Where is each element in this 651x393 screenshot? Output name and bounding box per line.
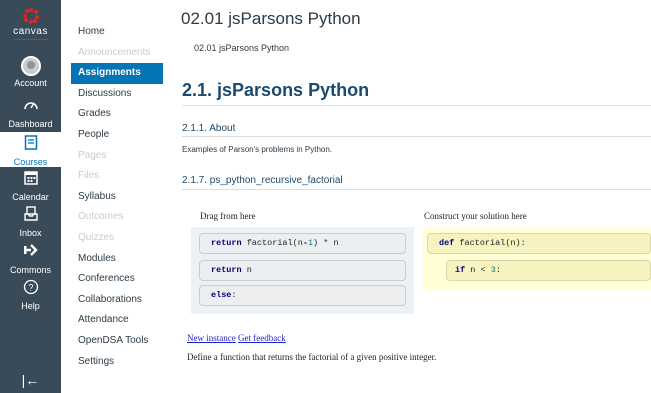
canvas-logo-text: canvas [0,26,61,40]
course-nav-home[interactable]: Home [71,22,163,43]
avatar [20,56,41,76]
code-text: factorial(n): [454,238,526,248]
code-block[interactable]: return n [199,260,406,281]
course-nav-discussions[interactable]: Discussions [71,84,163,105]
code-keyword: else [211,290,232,300]
drag-label: Drag from here [200,211,256,221]
svg-text:?: ? [28,283,33,293]
collapse-nav-button[interactable]: |← [0,372,61,388]
divider [182,105,651,106]
exercise-description: Define a function that returns the facto… [187,352,437,362]
nav-calendar-label: Calendar [12,192,49,202]
nav-courses[interactable]: Courses [0,132,61,167]
exercise-heading: 2.1.7. ps_python_recursive_factorial [182,175,343,186]
courses-icon [0,135,61,155]
divider [182,189,651,190]
calendar-icon [0,170,61,190]
help-icon: ? [0,279,61,299]
nav-calendar[interactable]: Calendar [0,170,61,202]
inbox-icon [0,206,61,226]
code-block[interactable]: else: [199,285,406,306]
course-nav-outcomes[interactable]: Outcomes [71,207,163,228]
about-text: Examples of Parson's problems in Python. [182,145,333,154]
course-nav-people[interactable]: People [71,125,163,146]
code-keyword: return [211,238,242,248]
code-text: n [241,265,252,275]
module-subtitle: 02.01 jsParsons Python [194,43,290,53]
code-text: : [231,290,237,300]
course-nav-opendsa-tools[interactable]: OpenDSA Tools [71,331,163,352]
commons-icon [0,243,61,263]
course-nav-grades[interactable]: Grades [71,104,163,125]
main-content: 02.01 jsParsons Python 02.01 jsParsons P… [173,0,651,393]
course-nav-modules[interactable]: Modules [71,249,163,270]
course-nav-collaborations[interactable]: Collaborations [71,290,163,311]
code-text: n < [465,265,491,275]
nav-help[interactable]: ? Help [0,279,61,311]
nav-account[interactable]: Account [0,56,61,88]
course-nav-quizzes[interactable]: Quizzes [71,228,163,249]
code-keyword: def [439,238,455,248]
code-keyword: if [455,265,466,275]
nav-account-label: Account [14,78,47,88]
get-feedback-link[interactable]: Get feedback [238,333,286,343]
code-text: factorial(n [241,238,303,248]
code-block[interactable]: if n < 3: [446,260,651,281]
course-nav-settings[interactable]: Settings [71,352,163,373]
solution-label: Construct your solution here [424,211,527,221]
nav-commons-label: Commons [9,265,51,275]
divider [182,136,651,137]
course-nav-syllabus[interactable]: Syllabus [71,187,163,208]
course-nav-announcements[interactable]: Announcements [71,43,163,64]
course-nav-pages[interactable]: Pages [71,146,163,167]
course-nav-assignments[interactable]: Assignments [71,63,163,84]
section-heading: 2.1. jsParsons Python [182,80,370,100]
nav-inbox-label: Inbox [19,228,42,238]
canvas-logo-icon [22,8,39,24]
code-block[interactable]: def factorial(n): [427,233,651,254]
nav-courses-label: Courses [13,157,48,167]
code-text: : [495,265,501,275]
solution-area: def factorial(n): if n < 3: [423,227,651,289]
nav-dashboard[interactable]: Dashboard [0,97,61,129]
dashboard-icon [0,97,61,117]
nav-commons[interactable]: Commons [0,243,61,275]
exercise-links: New instance Get feedback [187,333,286,343]
course-nav-conferences[interactable]: Conferences [71,269,163,290]
code-keyword: return [211,265,242,275]
course-nav-attendance[interactable]: Attendance [71,310,163,331]
canvas-logo[interactable]: canvas [0,8,61,40]
new-instance-link[interactable]: New instance [187,333,236,343]
page-title: 02.01 jsParsons Python [181,9,361,28]
about-heading: 2.1.1. About [182,123,236,134]
course-nav: Home Announcements Assignments Discussio… [71,22,163,372]
nav-dashboard-label: Dashboard [8,119,53,129]
course-nav-files[interactable]: Files [71,166,163,187]
code-text: ) * n [313,238,339,248]
global-nav: canvas Account Dashboard Courses Calenda… [0,0,61,393]
collapse-arrow-icon: |← [21,372,40,388]
code-block[interactable]: return factorial(n-1) * n [199,233,406,254]
nav-help-label: Help [21,301,40,311]
nav-inbox[interactable]: Inbox [0,206,61,238]
source-area: return factorial(n-1) * n return n else: [191,227,414,314]
